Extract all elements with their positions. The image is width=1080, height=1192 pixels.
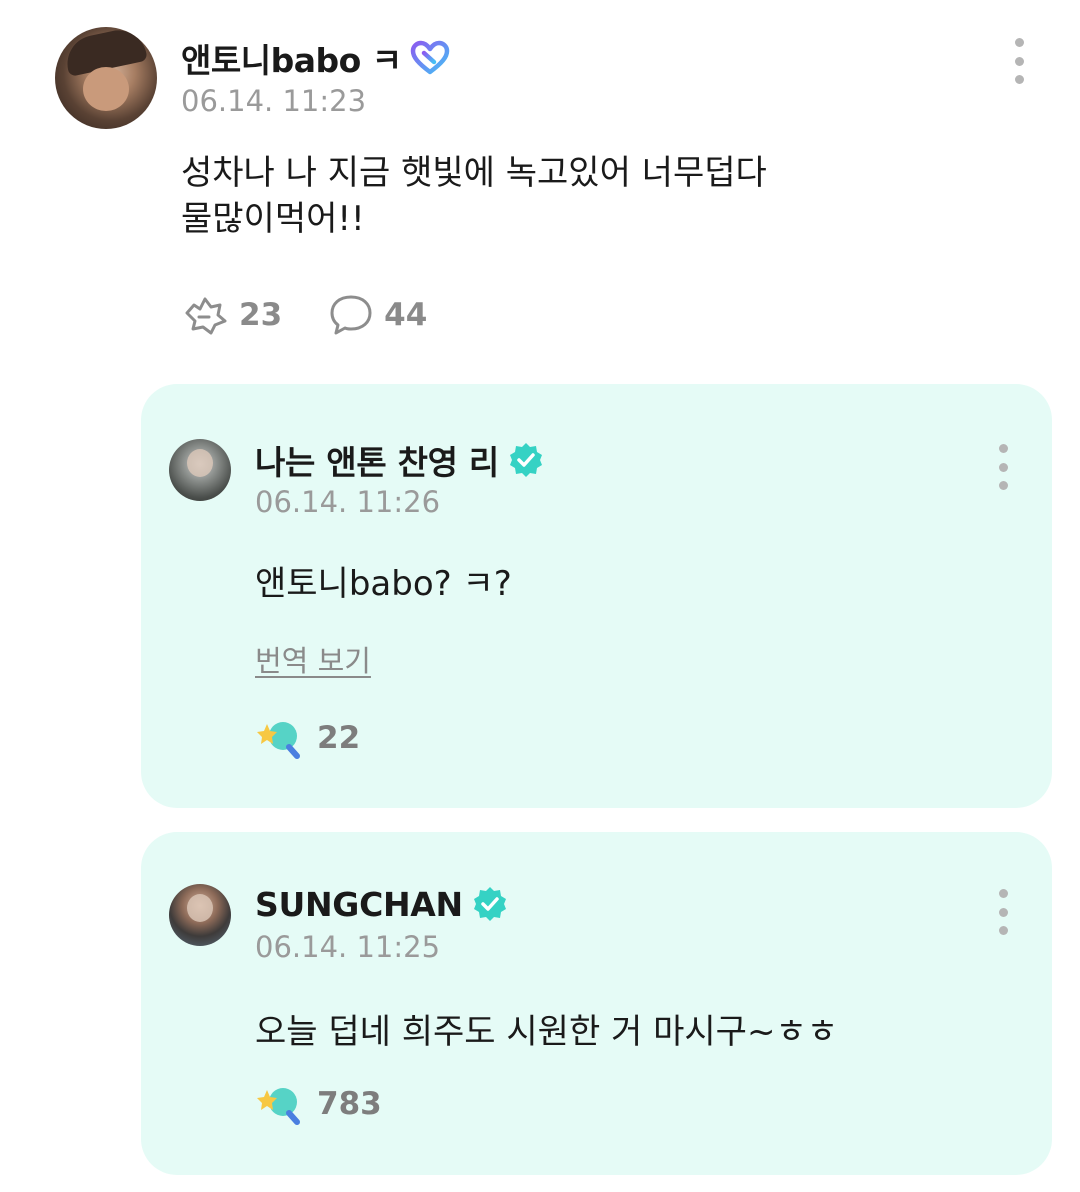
post-author-name[interactable]: 앤토니babo ㅋ: [181, 34, 402, 82]
author-avatar[interactable]: [55, 27, 157, 129]
post-body-line: 성차나 나 지금 햇빛에 녹고있어 너무덥다: [181, 153, 767, 193]
more-vertical-icon[interactable]: [993, 889, 1013, 935]
like-button[interactable]: 783: [255, 1082, 382, 1126]
like-reaction-icon: [257, 722, 300, 759]
comment-timestamp: 06.14. 11:26: [255, 485, 441, 519]
comment-author-avatar[interactable]: [169, 884, 231, 946]
cheer-icon: [185, 297, 227, 335]
more-vertical-icon[interactable]: [1006, 38, 1032, 84]
post-timestamp: 06.14. 11:23: [181, 84, 367, 118]
comment-count: 44: [384, 297, 428, 333]
cheer-count: 23: [239, 297, 283, 333]
comment-author-name[interactable]: SUNGCHAN: [255, 885, 463, 924]
comment-body: 오늘 덥네 희주도 시원한 거 마시구~ㅎㅎ: [255, 1012, 839, 1052]
comment-author-row: SUNGCHAN: [255, 882, 509, 926]
cheer-button[interactable]: 23: [181, 293, 282, 337]
comment-author-row: 나는 앤톤 찬영 리: [255, 438, 545, 482]
like-reaction-icon: [257, 1088, 300, 1125]
heart-badge-icon: [410, 40, 449, 75]
like-count: 22: [317, 720, 361, 756]
like-button[interactable]: 22: [255, 716, 360, 760]
comment-card: 나는 앤톤 찬영 리 06.14. 11:26 앤토니babo? ㅋ? 번역 보…: [141, 384, 1052, 808]
post-reactions: 23 44: [181, 293, 473, 337]
like-count: 783: [317, 1086, 382, 1122]
verified-badge-icon: [473, 887, 506, 921]
post-body-line: 물많이먹어!!: [181, 199, 365, 239]
comment-button[interactable]: 44: [328, 293, 427, 337]
comment-card: SUNGCHAN 06.14. 11:25 오늘 덥네 희주도 시원한 거 마시…: [141, 832, 1052, 1175]
comment-timestamp: 06.14. 11:25: [255, 930, 441, 964]
page: 앤토니babo ㅋ 06.14. 11:23 성차나 나 지금 햇빛에 녹고있어…: [0, 0, 1080, 1192]
post: 앤토니babo ㅋ 06.14. 11:23 성차나 나 지금 햇빛에 녹고있어…: [0, 0, 1080, 370]
comment-author-name[interactable]: 나는 앤톤 찬영 리: [255, 436, 499, 484]
more-vertical-icon[interactable]: [993, 444, 1013, 490]
comment-author-avatar[interactable]: [169, 439, 231, 501]
comment-bubble-icon: [330, 295, 372, 335]
post-body: 성차나 나 지금 햇빛에 녹고있어 너무덥다 물많이먹어!!: [181, 150, 1001, 242]
post-author-row: 앤토니babo ㅋ: [181, 36, 450, 80]
comment-body: 앤토니babo? ㅋ?: [255, 564, 512, 604]
translate-link[interactable]: 번역 보기: [255, 638, 371, 680]
verified-badge-icon: [510, 443, 542, 477]
